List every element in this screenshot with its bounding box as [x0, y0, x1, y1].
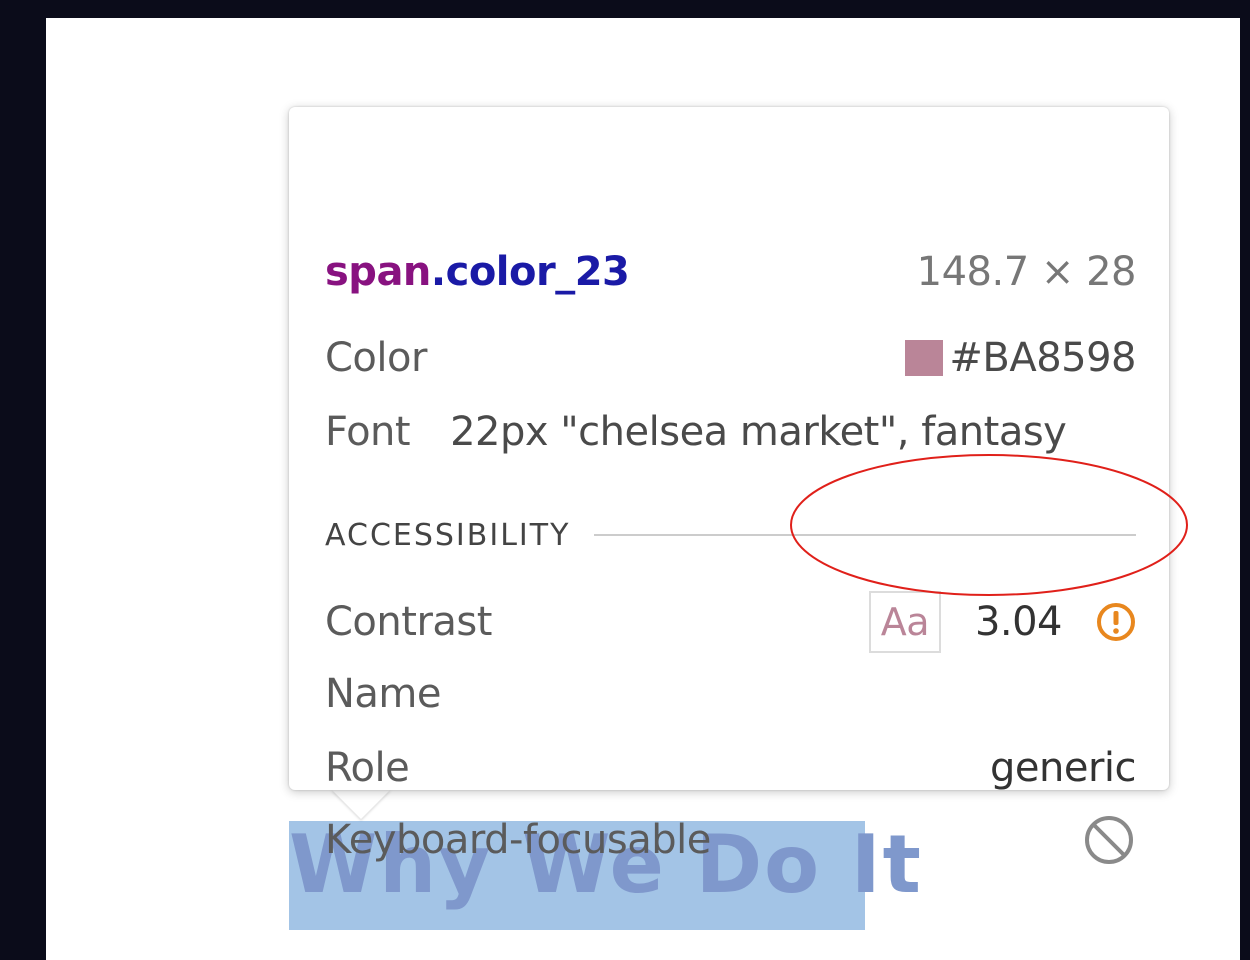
name-label: Name: [325, 671, 442, 717]
color-swatch: [905, 340, 944, 376]
inspect-tooltip: span.color_23 148.7 × 28 Color #BA8598 F…: [289, 107, 1169, 864]
name-row: Name: [325, 669, 1136, 719]
color-value-group: #BA8598: [905, 335, 1136, 381]
section-divider: [594, 534, 1136, 536]
contrast-label: Contrast: [325, 599, 492, 645]
element-dimensions: 148.7 × 28: [916, 249, 1137, 295]
contrast-sample: Aa: [868, 591, 941, 653]
contrast-row: Contrast Aa 3.04: [325, 591, 1136, 653]
warning-icon: [1096, 602, 1136, 642]
role-row: Role generic: [325, 743, 1137, 793]
font-row: Font 22px "chelsea market", fantasy: [325, 407, 1136, 457]
contrast-value-group: Aa 3.04: [868, 591, 1136, 653]
keyboard-focusable-label: Keyboard-focusable: [325, 817, 711, 863]
accessibility-section-header: ACCESSIBILITY: [325, 515, 1136, 555]
selector-class: .color_23: [430, 249, 630, 295]
role-value: generic: [989, 745, 1137, 791]
font-label: Font: [325, 409, 411, 455]
not-allowed-icon: [1082, 813, 1136, 867]
color-label: Color: [325, 335, 427, 381]
contrast-value: 3.04: [974, 599, 1063, 645]
selector-tag: span: [325, 249, 431, 295]
element-selector: span.color_23: [325, 249, 630, 295]
font-value: 22px "chelsea market", fantasy: [450, 409, 1067, 455]
keyboard-focusable-row: Keyboard-focusable: [325, 815, 1136, 865]
role-label: Role: [325, 745, 410, 791]
color-value: #BA8598: [949, 335, 1136, 381]
color-row: Color #BA8598: [325, 333, 1136, 383]
tooltip-header: span.color_23 148.7 × 28: [325, 247, 1137, 297]
accessibility-title: ACCESSIBILITY: [325, 517, 571, 553]
